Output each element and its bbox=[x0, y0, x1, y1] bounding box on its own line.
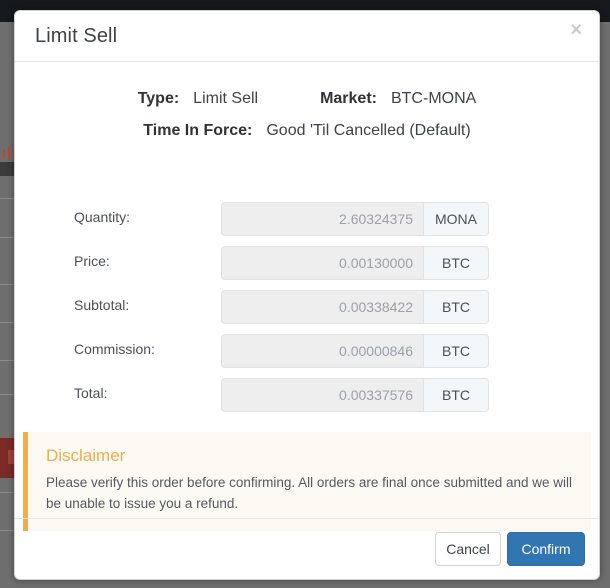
total-label: Total: bbox=[74, 385, 108, 401]
order-summary-row-time-in-force: Time In Force: Good 'Til Cancelled (Defau… bbox=[15, 122, 599, 140]
field-row-quantity: Quantity: MONA bbox=[15, 202, 599, 236]
disclaimer-panel: Disclaimer Please verify this order befo… bbox=[23, 432, 591, 531]
time-in-force-label: Time In Force: bbox=[143, 122, 253, 139]
limit-sell-modal: Limit Sell × Type: Limit Sell Market: BTC-M… bbox=[14, 10, 600, 580]
total-input[interactable] bbox=[221, 378, 423, 412]
time-in-force-value: Good 'Til Cancelled (Default) bbox=[266, 122, 471, 139]
market-value: BTC-MONA bbox=[390, 90, 477, 107]
subtotal-input-group: BTC bbox=[221, 290, 489, 324]
type-value: Limit Sell bbox=[193, 90, 259, 107]
price-label: Price: bbox=[74, 253, 110, 269]
commission-input[interactable] bbox=[221, 334, 423, 368]
subtotal-label: Subtotal: bbox=[74, 297, 130, 313]
market-label: Market: bbox=[320, 90, 377, 107]
quantity-label: Quantity: bbox=[74, 209, 131, 225]
modal-footer: Cancel Confirm bbox=[15, 518, 599, 579]
modal-header: Limit Sell × bbox=[15, 11, 599, 62]
subtotal-unit-addon: BTC bbox=[423, 290, 489, 324]
confirm-button[interactable]: Confirm bbox=[507, 532, 585, 566]
price-input[interactable] bbox=[221, 246, 423, 280]
commission-unit-addon: BTC bbox=[423, 334, 489, 368]
field-row-price: Price: BTC bbox=[15, 246, 599, 280]
field-row-total: Total: BTC bbox=[15, 378, 599, 412]
field-row-commission: Commission: BTC bbox=[15, 334, 599, 368]
commission-input-group: BTC bbox=[221, 334, 489, 368]
price-input-group: BTC bbox=[221, 246, 489, 280]
quantity-input-group: MONA bbox=[221, 202, 489, 236]
cancel-button[interactable]: Cancel bbox=[435, 532, 501, 566]
background-chart-tick bbox=[8, 147, 10, 160]
order-summary-row-type-market: Type: Limit Sell Market: BTC-MONA bbox=[15, 90, 599, 108]
quantity-input[interactable] bbox=[221, 202, 423, 236]
background-chart-tick bbox=[3, 150, 5, 159]
type-label: Type: bbox=[137, 90, 180, 107]
total-unit-addon: BTC bbox=[423, 378, 489, 412]
total-input-group: BTC bbox=[221, 378, 489, 412]
close-icon[interactable]: × bbox=[566, 18, 586, 42]
disclaimer-title: Disclaimer bbox=[46, 446, 126, 465]
quantity-unit-addon: MONA bbox=[423, 202, 489, 236]
field-row-subtotal: Subtotal: BTC bbox=[15, 290, 599, 324]
price-unit-addon: BTC bbox=[423, 246, 489, 280]
commission-label: Commission: bbox=[74, 341, 155, 357]
subtotal-input[interactable] bbox=[221, 290, 423, 324]
disclaimer-text: Please verify this order before confirmi… bbox=[46, 475, 572, 511]
modal-title: Limit Sell bbox=[35, 25, 118, 47]
